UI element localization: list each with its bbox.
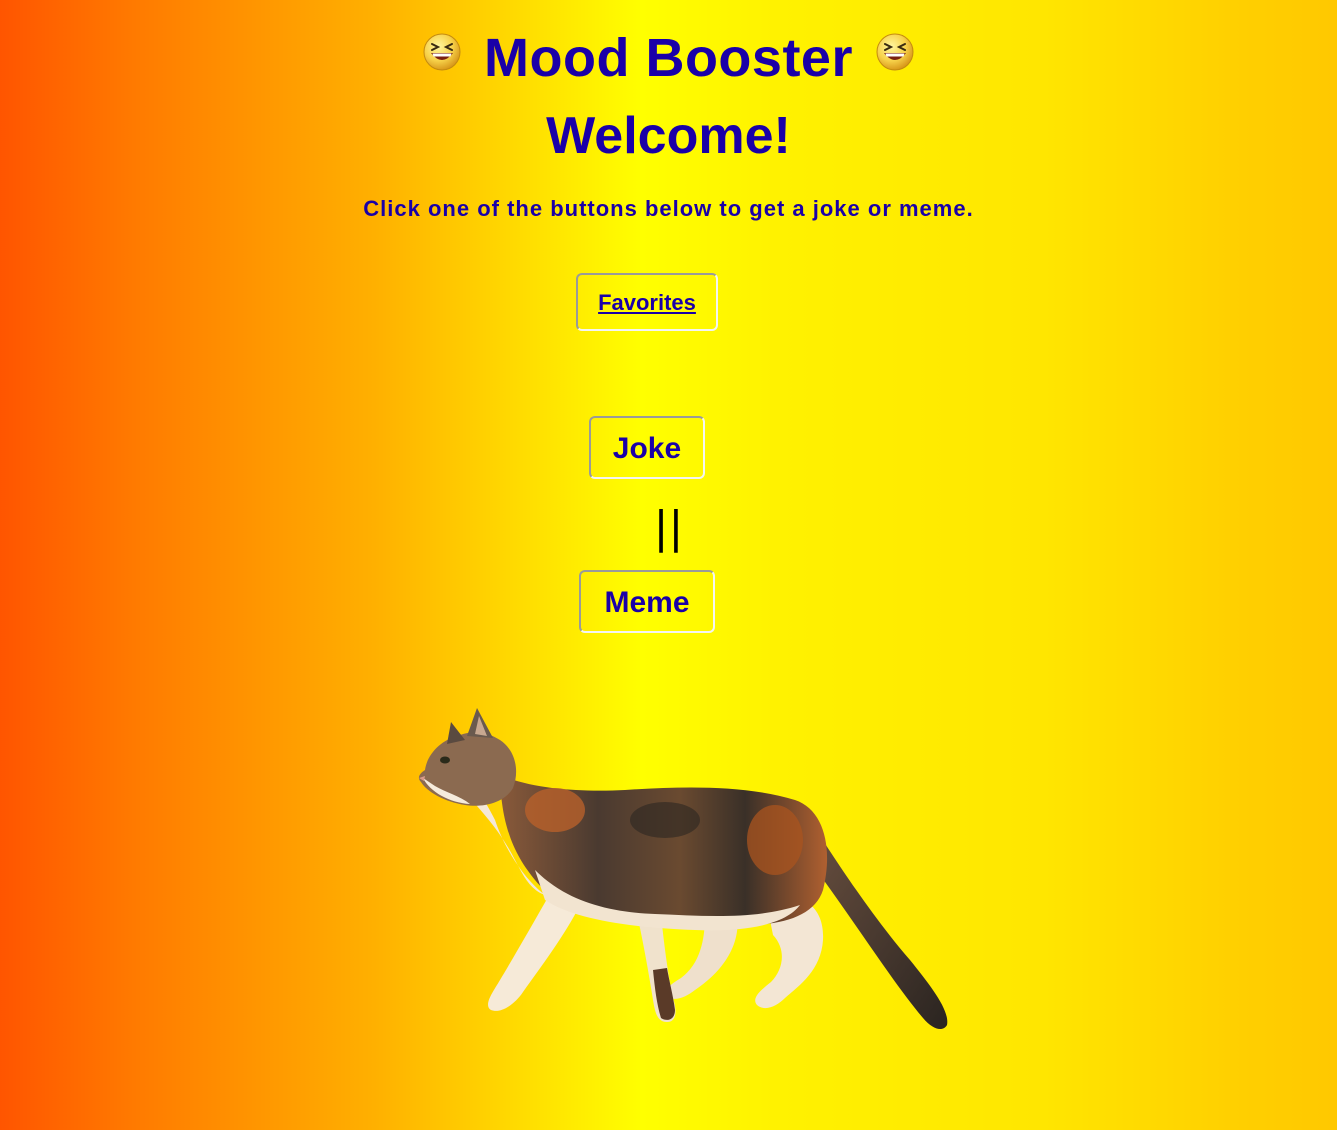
button-separator: || (653, 502, 684, 553)
grinning-squinting-face-icon (423, 33, 461, 71)
grinning-squinting-face-icon (876, 33, 914, 71)
meme-button[interactable]: Meme (579, 570, 715, 633)
welcome-heading: Welcome! (546, 107, 791, 165)
joke-button[interactable]: Joke (589, 416, 705, 479)
calico-cat-image (418, 708, 948, 1030)
instruction-text: Click one of the buttons below to get a … (363, 196, 974, 221)
page-title: Mood Booster (484, 28, 853, 88)
favorites-button[interactable]: Favorites (576, 273, 718, 331)
page-header: Mood Booster (0, 28, 1337, 88)
